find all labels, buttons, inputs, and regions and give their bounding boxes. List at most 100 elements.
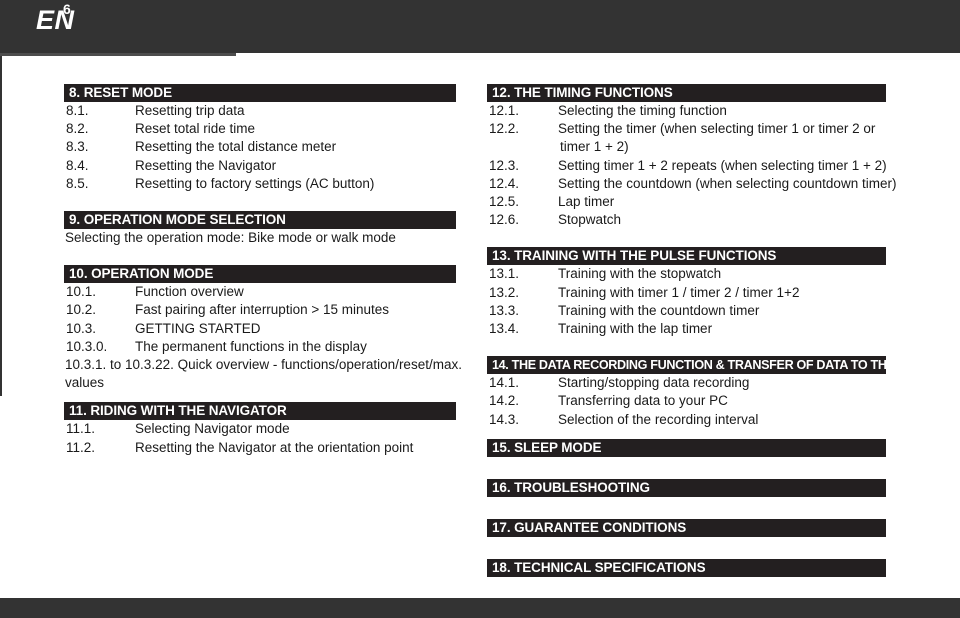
toc-entry[interactable]: 8.4. Resetting the Navigator bbox=[64, 157, 456, 175]
section-heading-17: 17. GUARANTEE CONDITIONS bbox=[487, 518, 886, 537]
entry-text: Lap timer bbox=[558, 194, 615, 210]
toc-entry[interactable]: 14.3. Selection of the recording interval bbox=[487, 411, 886, 429]
entry-number: 13.3. bbox=[489, 302, 520, 318]
entry-number: 8.5. bbox=[66, 175, 89, 191]
entry-text: Fast pairing after interruption > 15 min… bbox=[135, 302, 390, 318]
entry-number: 13.4. bbox=[489, 321, 520, 337]
entry-number: 8.1. bbox=[66, 103, 89, 118]
toc-section-12: 12. THE TIMING FUNCTIONS 12.1. Selecting … bbox=[487, 84, 896, 229]
section-heading-13: 13. TRAINING WITH THE PULSE FUNCTIONS bbox=[487, 247, 886, 266]
toc-entry[interactable]: 13.2. Training with timer 1 / timer 2 / t… bbox=[487, 284, 886, 302]
entry-text: Setting timer 1 + 2 repeats (when select… bbox=[558, 157, 887, 173]
entry-text: Setting the timer (when selecting timer … bbox=[558, 121, 876, 137]
toc-entry[interactable]: 8.1. Resetting trip data bbox=[64, 102, 456, 120]
entry-number: 14.3. bbox=[489, 411, 520, 427]
toc-section-15: 15. SLEEP MODE bbox=[487, 438, 886, 457]
toc-section-13: 13. TRAINING WITH THE PULSE FUNCTIONS 13… bbox=[487, 247, 886, 338]
toc-entry[interactable]: 12.3. Setting timer 1 + 2 repeats (when s… bbox=[487, 157, 887, 175]
toc-entry[interactable]: 11.2. Resetting the Navigator at the orie… bbox=[64, 439, 456, 457]
toc-entry[interactable]: 12.2. Setting the timer (when selecting t… bbox=[487, 120, 886, 138]
entry-text: Resetting the Navigator at the orientati… bbox=[135, 439, 414, 455]
section-heading-15: 15. SLEEP MODE bbox=[487, 438, 886, 457]
section-description-9: Selecting the operation mode: Bike mode … bbox=[65, 230, 396, 246]
entry-text: Starting/stopping data recording bbox=[558, 375, 750, 391]
toc-entry-range[interactable]: 10.3.1. to 10.3.22. Quick overview - fun… bbox=[64, 356, 462, 374]
page-footer bbox=[0, 598, 960, 618]
entry-text: Resetting the Navigator bbox=[135, 157, 277, 173]
entry-text: The permanent functions in the display bbox=[135, 338, 367, 354]
toc-entry[interactable]: 8.5. Resetting to factory settings (AC bu… bbox=[64, 175, 456, 193]
entry-text: Training with timer 1 / timer 2 / timer … bbox=[558, 284, 800, 300]
section-heading-9: 9. OPERATION MODE SELECTION bbox=[64, 211, 456, 230]
toc-entry[interactable]: 10.3.0. The permanent functions in the di… bbox=[64, 338, 456, 356]
toc-column-right: 12. THE TIMING FUNCTIONS 12.1. Selecting … bbox=[487, 84, 896, 577]
toc-section-17: 17. GUARANTEE CONDITIONS bbox=[487, 518, 886, 537]
entry-number: 10.3. bbox=[66, 320, 97, 336]
section-heading-16: 16. TROUBLESHOOTING bbox=[487, 478, 886, 497]
section-heading-8: 8. RESET MODE bbox=[64, 84, 456, 102]
entry-text: Training with the stopwatch bbox=[558, 266, 722, 282]
toc-entry[interactable]: 14.2. Transferring data to your PC bbox=[487, 392, 886, 410]
toc-entry[interactable]: 10.3. GETTING STARTED bbox=[64, 320, 456, 338]
entry-text: Transferring data to your PC bbox=[558, 393, 728, 409]
page-header bbox=[0, 0, 960, 53]
header-accent-underline bbox=[0, 53, 236, 56]
toc-entry-continuation: timer 1 + 2) bbox=[487, 138, 886, 156]
page-number-label: 6 bbox=[63, 1, 71, 17]
entry-text: Function overview bbox=[135, 284, 244, 300]
left-edge-strip bbox=[0, 56, 2, 396]
entry-number: 12.4. bbox=[489, 175, 520, 191]
entry-number: 10.2. bbox=[66, 302, 97, 318]
toc-entry[interactable]: 13.4. Training with the lap timer bbox=[487, 320, 886, 338]
toc-entry[interactable]: 13.1. Training with the stopwatch bbox=[487, 265, 886, 283]
entry-text: Resetting the total distance meter bbox=[135, 139, 337, 155]
entry-text: GETTING STARTED bbox=[135, 320, 261, 336]
entry-number: 12.2. bbox=[489, 121, 520, 137]
toc-section-16: 16. TROUBLESHOOTING bbox=[487, 478, 886, 497]
toc-entry[interactable]: 12.1. Selecting the timing function bbox=[487, 102, 886, 120]
toc-section-8: 8. RESET MODE 8.1. Resetting trip data 8.… bbox=[64, 84, 456, 193]
entry-text: Training with the lap timer bbox=[558, 321, 713, 337]
entry-text: Reset total ride time bbox=[135, 121, 256, 137]
toc-section-11: 11. RIDING WITH THE NAVIGATOR 11.1. Selec… bbox=[64, 402, 456, 456]
entry-text: Stopwatch bbox=[558, 212, 622, 228]
toc-entry[interactable]: 12.5. Lap timer bbox=[487, 193, 886, 211]
toc-section-10: 10. OPERATION MODE 10.1. Function overvie… bbox=[64, 265, 462, 392]
toc-entry[interactable]: 13.3. Training with the countdown timer bbox=[487, 302, 886, 320]
entry-number: 13.1. bbox=[489, 266, 520, 282]
toc-entry[interactable]: 14.1. Starting/stopping data recording bbox=[487, 374, 886, 392]
entry-number: 11.1. bbox=[66, 421, 96, 437]
section-heading-18: 18. TECHNICAL SPECIFICATIONS bbox=[487, 558, 886, 577]
entry-number: 8.4. bbox=[66, 157, 89, 173]
toc-section-9: 9. OPERATION MODE SELECTION Selecting th… bbox=[64, 211, 456, 247]
entry-number: 14.1. bbox=[489, 375, 520, 391]
toc-entry[interactable]: 11.1. Selecting Navigator mode bbox=[64, 420, 456, 438]
toc-entry[interactable]: 12.6. Stopwatch bbox=[487, 211, 886, 229]
section-heading-14: 14. THE DATA RECORDING FUNCTION & TRANSF… bbox=[487, 356, 886, 375]
toc-section-14: 14. THE DATA RECORDING FUNCTION & TRANSF… bbox=[487, 356, 886, 429]
entry-number: 12.3. bbox=[489, 157, 520, 173]
toc-entry-range-wrap: values bbox=[65, 375, 105, 391]
entry-text: Selecting Navigator mode bbox=[135, 421, 290, 437]
toc-column-left: 8. RESET MODE 8.1. Resetting trip data 8.… bbox=[64, 84, 462, 457]
toc-entry[interactable]: 8.2. Reset total ride time bbox=[64, 120, 456, 138]
entry-text: Selecting the timing function bbox=[558, 103, 727, 118]
entry-text: Resetting to factory settings (AC button… bbox=[135, 175, 375, 191]
section-heading-11: 11. RIDING WITH THE NAVIGATOR bbox=[64, 402, 456, 421]
entry-number: 14.2. bbox=[489, 393, 520, 409]
toc-entry[interactable]: 10.2. Fast pairing after interruption > 1… bbox=[64, 301, 456, 319]
entry-number: 11.2. bbox=[66, 439, 96, 455]
entry-number: 12.5. bbox=[489, 194, 520, 210]
toc-entry[interactable]: 10.1. Function overview bbox=[64, 283, 456, 301]
entry-text: Training with the countdown timer bbox=[558, 302, 760, 318]
entry-text: Selection of the recording interval bbox=[558, 411, 759, 427]
entry-number: 8.3. bbox=[66, 139, 89, 155]
toc-entry[interactable]: 12.4. Setting the countdown (when selecti… bbox=[487, 175, 896, 193]
entry-number: 12.6. bbox=[489, 212, 520, 228]
toc-entry[interactable]: 8.3. Resetting the total distance meter bbox=[64, 138, 456, 156]
